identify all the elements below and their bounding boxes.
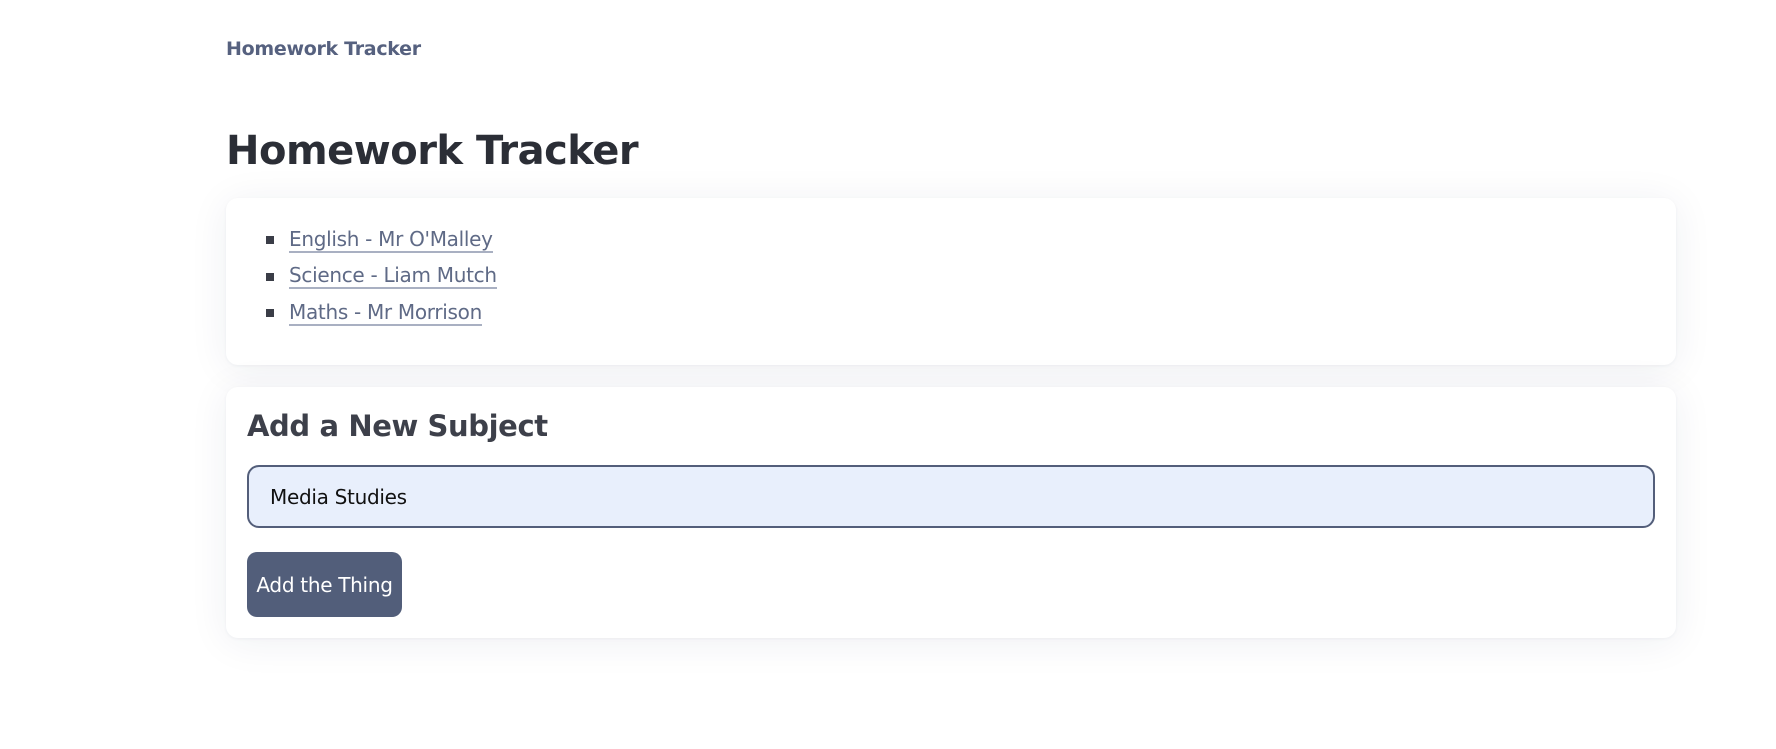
bullet-icon <box>266 309 274 318</box>
add-subject-card: Add a New Subject Media Studies Add the … <box>226 387 1676 638</box>
list-item: Science - Liam Mutch <box>266 259 497 296</box>
subject-name-input[interactable]: Media Studies <box>247 465 1655 528</box>
subject-list-card: English - Mr O'Malley Science - Liam Mut… <box>226 198 1676 365</box>
subject-link-maths[interactable]: Maths - Mr Morrison <box>289 300 482 326</box>
bullet-icon <box>266 272 274 281</box>
nav-brand[interactable]: Homework Tracker <box>226 38 421 60</box>
list-item: Maths - Mr Morrison <box>266 295 497 332</box>
subject-link-english[interactable]: English - Mr O'Malley <box>289 227 493 253</box>
add-subject-heading: Add a New Subject <box>247 409 548 443</box>
page-title: Homework Tracker <box>226 128 639 174</box>
subject-list: English - Mr O'Malley Science - Liam Mut… <box>266 222 497 332</box>
subject-link-science[interactable]: Science - Liam Mutch <box>289 264 497 290</box>
bullet-icon <box>266 236 274 245</box>
list-item: English - Mr O'Malley <box>266 222 497 259</box>
add-subject-button[interactable]: Add the Thing <box>247 552 402 617</box>
